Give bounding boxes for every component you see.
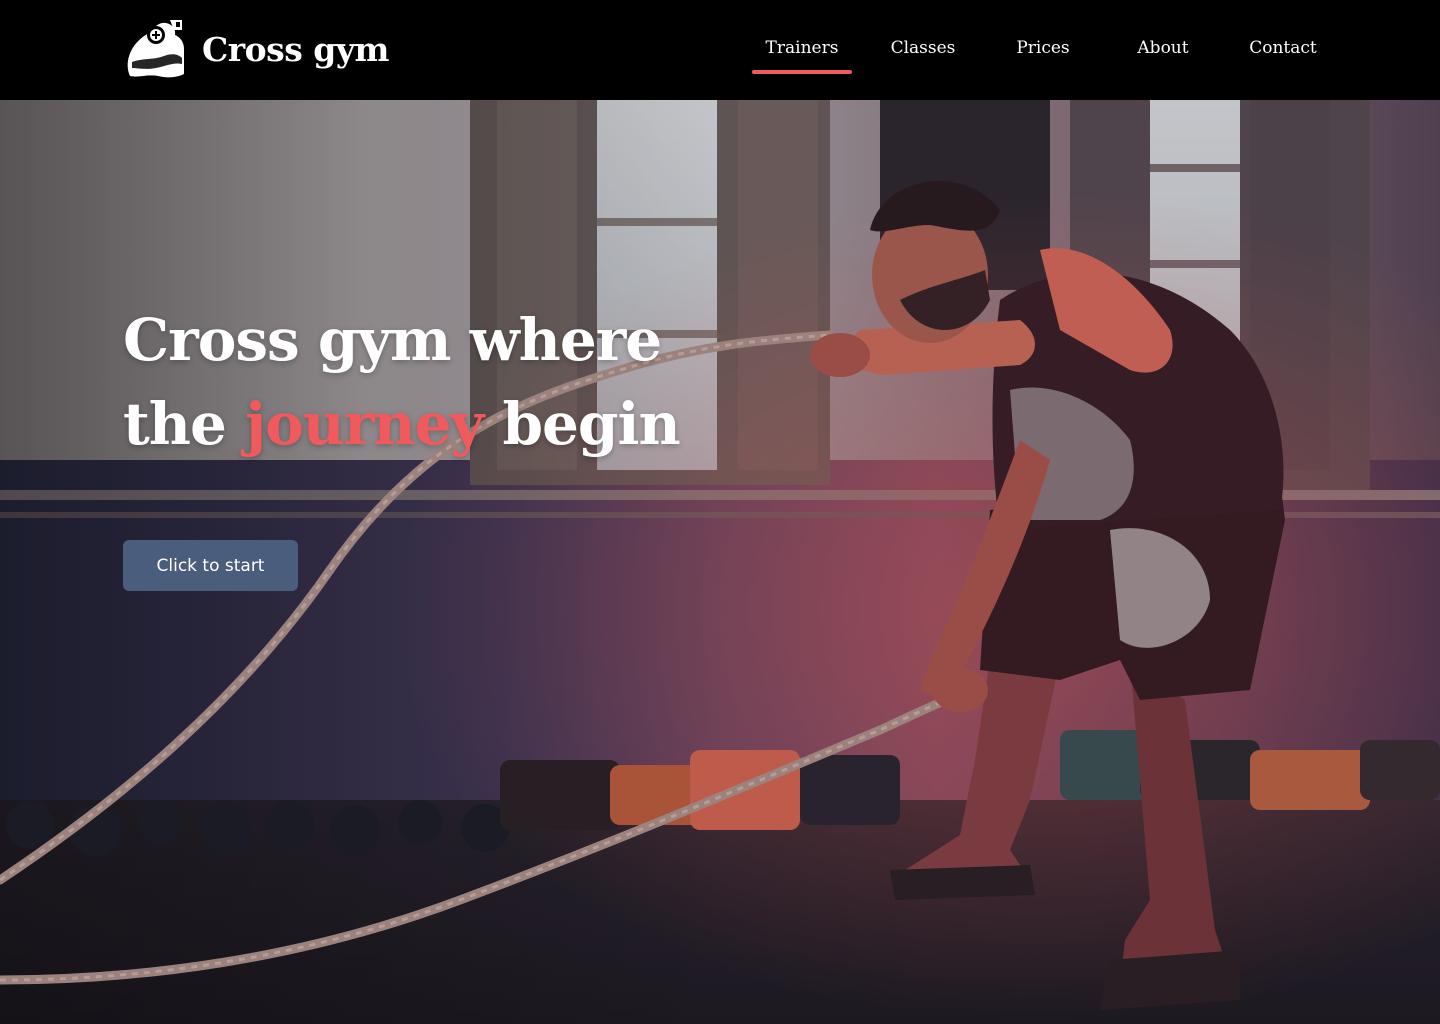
headline-accent-word: journey [245, 390, 484, 458]
hero-headline-line-2: the journey begin [123, 382, 783, 466]
nav-item-about[interactable]: About [1113, 38, 1213, 74]
nav-item-label: Trainers [765, 38, 839, 58]
headline-word-the: the [123, 390, 227, 458]
nav-item-label: Classes [890, 38, 956, 58]
nav-item-trainers[interactable]: Trainers [752, 38, 852, 74]
hero-headline-line-1: Cross gym where [123, 306, 662, 374]
nav-item-label: About [1137, 38, 1189, 58]
nav-item-label: Contact [1249, 38, 1317, 58]
main-nav: Trainers Classes Prices About Contact [0, 0, 1440, 100]
nav-item-classes[interactable]: Classes [873, 38, 973, 74]
hero-headline: Cross gym where the journey begin [123, 298, 783, 466]
hero-section: Cross gym where the journey begin Click … [0, 100, 1440, 1024]
start-button[interactable]: Click to start [123, 540, 298, 591]
top-navbar: Cross gym Trainers Classes Prices About … [0, 0, 1440, 100]
headline-word-begin: begin [502, 390, 680, 458]
active-nav-indicator [752, 70, 852, 74]
nav-item-prices[interactable]: Prices [993, 38, 1093, 74]
nav-item-label: Prices [1016, 38, 1070, 58]
nav-item-contact[interactable]: Contact [1233, 38, 1333, 74]
